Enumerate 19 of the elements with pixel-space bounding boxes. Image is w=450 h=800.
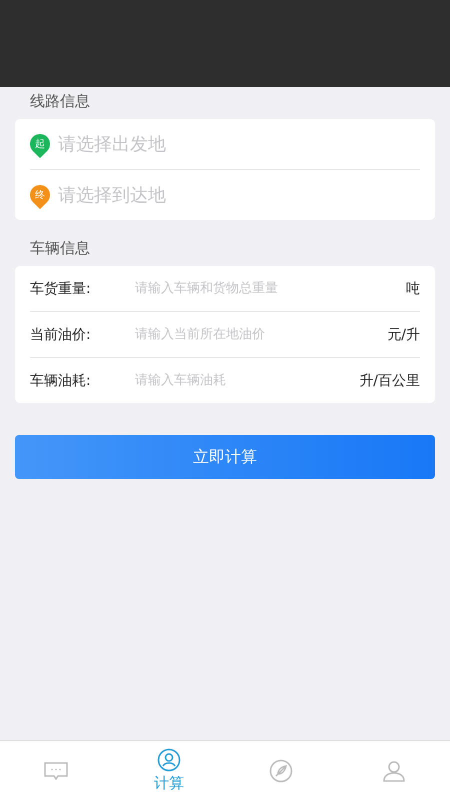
tab[interactable]: 计算 — [112, 741, 225, 800]
section-title: 车辆信息 — [29, 238, 91, 259]
person-circle-icon — [156, 748, 181, 772]
location-field[interactable]: 请选择到达地 — [58, 184, 420, 206]
field-label: 车货重量: — [30, 280, 92, 298]
unit-label: 吨 — [406, 280, 420, 298]
user-icon — [382, 758, 406, 782]
unit-label: 升/百公里 — [359, 372, 420, 390]
compass-icon — [269, 758, 294, 782]
section-title: 线路信息 — [29, 91, 91, 112]
field-label: 车辆油耗: — [30, 372, 92, 390]
input-field[interactable]: 请输入车辆油耗 — [135, 373, 360, 388]
field-label: 当前油价: — [30, 326, 92, 344]
calculate-button[interactable]: 立即计算 — [15, 435, 435, 479]
message-icon — [44, 760, 68, 780]
unit-label: 元/升 — [387, 326, 420, 344]
location-field[interactable]: 请选择出发地 — [58, 134, 420, 154]
input-field[interactable]: 请输入车辆和货物总重量 — [135, 281, 406, 296]
input-field[interactable]: 请输入当前所在地油价 — [135, 327, 388, 342]
